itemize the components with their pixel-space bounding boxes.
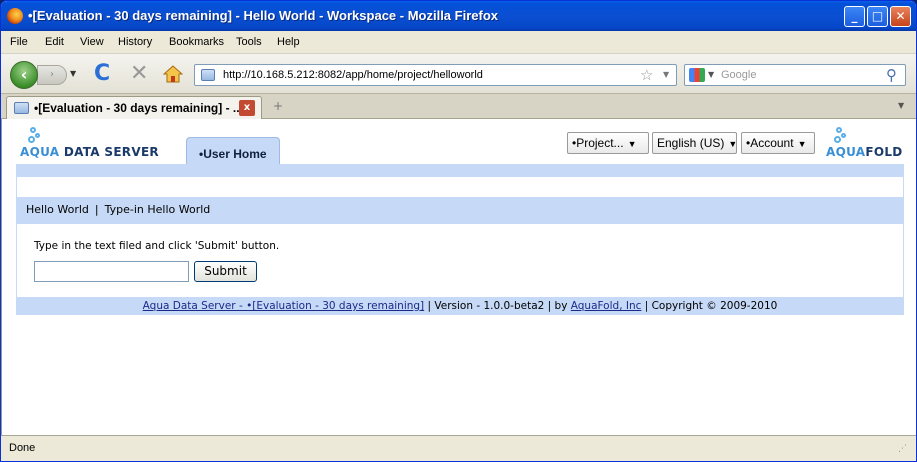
breadcrumb-type-in[interactable]: Type-in Hello World xyxy=(105,203,211,216)
header-bar xyxy=(16,164,904,177)
bookmark-star-icon[interactable]: ☆ xyxy=(640,66,653,84)
chevron-down-icon: ▼ xyxy=(797,139,807,149)
firefox-window: •[Evaluation - 30 days remaining] - Hell… xyxy=(0,0,917,462)
project-dropdown[interactable]: •Project... ▼ xyxy=(567,132,649,154)
close-window-button[interactable]: ✕ xyxy=(890,6,911,27)
breadcrumb-separator: | xyxy=(94,203,99,216)
menu-bar: File Edit View History Bookmarks Tools H… xyxy=(1,31,916,53)
forward-button[interactable]: › xyxy=(37,65,67,85)
aqua-data-server-logo: AQUA DATA SERVER xyxy=(20,127,170,159)
chevron-down-icon: ▼ xyxy=(627,139,637,149)
hello-text-input[interactable] xyxy=(34,261,189,282)
browser-tab[interactable]: •[Evaluation - 30 days remaining] - ... … xyxy=(6,96,262,119)
url-text[interactable]: http://10.168.5.212:8082/app/home/projec… xyxy=(223,69,483,81)
bubbles-icon xyxy=(832,127,854,145)
search-engine-dropdown-icon[interactable]: ▼ xyxy=(708,70,714,79)
title-bar[interactable]: •[Evaluation - 30 days remaining] - Hell… xyxy=(1,1,916,31)
reload-icon[interactable]: C xyxy=(94,63,110,85)
footer-aquafold-link[interactable]: AquaFold, Inc xyxy=(571,300,642,312)
menu-tools[interactable]: Tools xyxy=(236,36,262,48)
submit-button[interactable]: Submit xyxy=(194,261,257,282)
logo-text: AQUAFOLD xyxy=(826,145,903,159)
account-dropdown[interactable]: •Account ▼ xyxy=(741,132,815,154)
window-title: •[Evaluation - 30 days remaining] - Hell… xyxy=(28,8,498,23)
stop-icon[interactable]: ✕ xyxy=(130,63,148,85)
url-history-dropdown-icon[interactable]: ▼ xyxy=(663,70,669,79)
menu-edit[interactable]: Edit xyxy=(45,36,64,48)
page-favicon-icon xyxy=(201,69,215,81)
footer-version-text: | Version - 1.0.0-beta2 | by xyxy=(424,300,571,312)
status-text: Done xyxy=(9,442,36,454)
language-dropdown[interactable]: English (US) ▼ xyxy=(652,132,737,154)
firefox-logo-icon xyxy=(7,8,23,24)
footer: Aqua Data Server - •[Evaluation - 30 day… xyxy=(16,297,904,315)
url-bar[interactable]: http://10.168.5.212:8082/app/home/projec… xyxy=(194,64,677,86)
page-content: AQUA DATA SERVER •User Home •Project... ▼… xyxy=(1,119,916,435)
footer-aqua-link[interactable]: Aqua Data Server - •[Evaluation - 30 day… xyxy=(143,300,425,312)
search-engine-icon[interactable] xyxy=(689,68,705,82)
tab-close-icon[interactable]: x xyxy=(239,100,255,116)
minimize-button[interactable]: _ xyxy=(844,6,865,27)
breadcrumb: Hello World | Type-in Hello World xyxy=(16,197,904,224)
form-panel: Type in the text filed and click 'Submit… xyxy=(16,224,904,297)
tab-list-dropdown-icon[interactable]: ▼ xyxy=(898,101,904,110)
back-button[interactable]: ‹ xyxy=(10,61,38,89)
menu-bookmarks[interactable]: Bookmarks xyxy=(169,36,224,48)
menu-history[interactable]: History xyxy=(118,36,152,48)
tab-favicon-icon xyxy=(14,102,29,114)
logo-text: AQUA DATA SERVER xyxy=(20,145,159,159)
aquafold-logo: AQUAFOLD xyxy=(826,127,906,159)
menu-view[interactable]: View xyxy=(80,36,104,48)
resize-grip-icon[interactable]: ⋰ xyxy=(898,445,912,460)
instructions-text: Type in the text filed and click 'Submit… xyxy=(34,240,280,252)
tab-strip: •[Evaluation - 30 days remaining] - ... … xyxy=(1,93,916,119)
tab-title: •[Evaluation - 30 days remaining] - ... xyxy=(34,101,243,115)
footer-copyright-text: | Copyright © 2009-2010 xyxy=(641,300,778,312)
spacer xyxy=(16,177,904,197)
menu-help[interactable]: Help xyxy=(277,36,300,48)
tab-user-home[interactable]: •User Home xyxy=(186,137,280,165)
chevron-down-icon: ▼ xyxy=(728,139,738,149)
menu-file[interactable]: File xyxy=(10,36,28,48)
bubbles-icon xyxy=(26,127,48,145)
navigation-toolbar: › ‹ ▼ C ✕ http://10.168.5.212:8082/app/h… xyxy=(1,53,916,93)
maximize-button[interactable]: □ xyxy=(867,6,888,27)
search-icon[interactable]: ⚲ xyxy=(886,66,897,84)
status-bar: Done ⋰ xyxy=(1,435,916,461)
new-tab-icon[interactable]: + xyxy=(269,99,287,115)
breadcrumb-hello-world[interactable]: Hello World xyxy=(26,203,89,216)
home-icon[interactable] xyxy=(162,65,184,83)
search-input[interactable]: Google xyxy=(721,69,756,81)
history-dropdown-icon[interactable]: ▼ xyxy=(70,69,80,81)
search-bar[interactable]: ▼ Google ⚲ xyxy=(684,64,906,86)
